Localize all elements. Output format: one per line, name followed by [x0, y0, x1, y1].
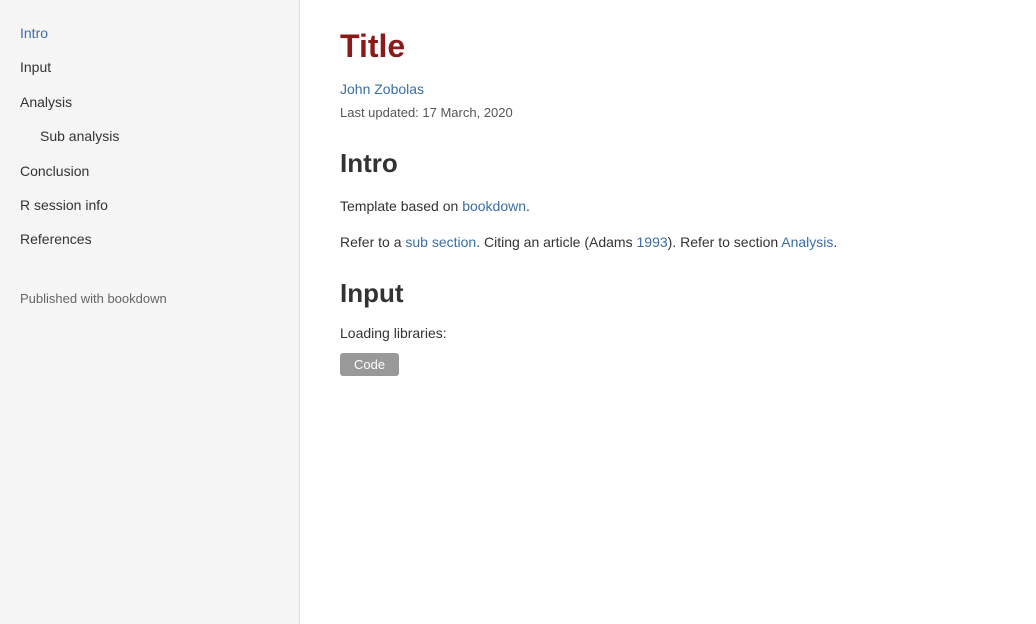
intro-p2-after: ). Refer to section [668, 234, 782, 250]
sidebar-item-conclusion[interactable]: Conclusion [0, 154, 299, 188]
intro-section: Intro Template based on bookdown. Refer … [340, 148, 996, 254]
doc-date: Last updated: 17 March, 2020 [340, 105, 996, 120]
year-link[interactable]: 1993 [637, 234, 668, 250]
sidebar-item-references[interactable]: References [0, 222, 299, 256]
sub-section-link[interactable]: sub section [405, 234, 476, 250]
intro-paragraph-1: Template based on bookdown. [340, 195, 996, 217]
input-heading: Input [340, 278, 996, 309]
sidebar-item-input[interactable]: Input [0, 50, 299, 84]
doc-author[interactable]: John Zobolas [340, 81, 996, 97]
intro-p1-after: . [526, 198, 530, 214]
intro-p2-middle: . Citing an article (Adams [476, 234, 636, 250]
code-button[interactable]: Code [340, 353, 399, 376]
sidebar-item-analysis[interactable]: Analysis [0, 85, 299, 119]
main-content: Title John Zobolas Last updated: 17 Marc… [300, 0, 1036, 624]
intro-p2-before: Refer to a [340, 234, 405, 250]
sidebar-footer: Published with bookdown [0, 281, 299, 316]
analysis-link[interactable]: Analysis [781, 234, 833, 250]
intro-p1-before: Template based on [340, 198, 462, 214]
input-section: Input Loading libraries: Code [340, 278, 996, 376]
doc-title: Title [340, 28, 996, 65]
sidebar-item-sub-analysis[interactable]: Sub analysis [0, 119, 299, 153]
loading-text: Loading libraries: [340, 325, 996, 341]
intro-paragraph-2: Refer to a sub section. Citing an articl… [340, 231, 996, 253]
intro-p2-end: . [833, 234, 837, 250]
bookdown-link[interactable]: bookdown [462, 198, 526, 214]
sidebar-item-intro[interactable]: Intro [0, 16, 299, 50]
sidebar: Intro Input Analysis Sub analysis Conclu… [0, 0, 300, 624]
intro-heading: Intro [340, 148, 996, 179]
title-section: Title John Zobolas Last updated: 17 Marc… [340, 28, 996, 120]
sidebar-item-r-session-info[interactable]: R session info [0, 188, 299, 222]
